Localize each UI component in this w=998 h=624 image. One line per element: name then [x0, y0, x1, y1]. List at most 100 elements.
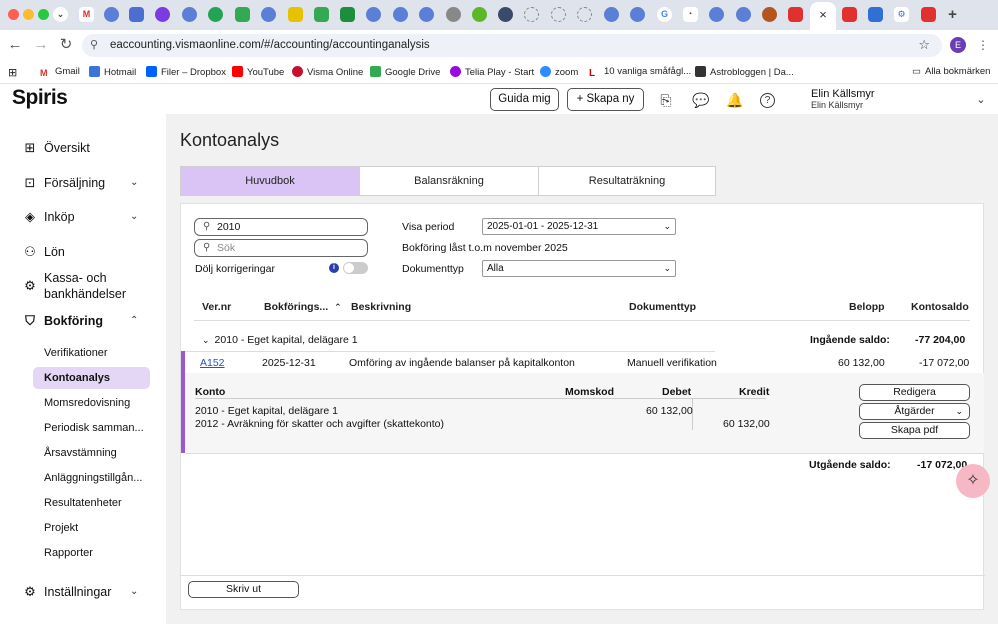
tab-favicon[interactable]: [788, 7, 803, 22]
tab-favicon[interactable]: [921, 7, 936, 22]
new-tab-button[interactable]: +: [945, 7, 960, 22]
bookmark-astro[interactable]: Astrobloggen | Da...: [695, 66, 794, 78]
tab-google-icon[interactable]: G: [657, 7, 672, 22]
tab-favicon[interactable]: [129, 7, 144, 22]
close-window-button[interactable]: [8, 9, 19, 20]
bookmark-google-drive[interactable]: Google Drive: [370, 66, 440, 78]
sidebar-sub-periodisk[interactable]: Periodisk samman...: [44, 422, 144, 434]
tab-favicon[interactable]: [182, 7, 197, 22]
sidebar-sub-verifikationer[interactable]: Verifikationer: [44, 347, 108, 359]
spiris-logo[interactable]: Spiris: [12, 86, 68, 110]
tab-favicon[interactable]: [366, 7, 381, 22]
tab-favicon[interactable]: [709, 7, 724, 22]
tab-favicon[interactable]: [340, 7, 355, 22]
tab-favicon[interactable]: [524, 7, 539, 22]
profile-avatar[interactable]: E: [950, 37, 966, 53]
edit-button[interactable]: Redigera: [859, 384, 970, 401]
sidebar-item-oversikt[interactable]: ⊞ Översikt: [22, 140, 90, 156]
tab-favicon[interactable]: [446, 7, 461, 22]
info-icon[interactable]: i: [329, 263, 339, 273]
sidebar-item-lon[interactable]: ⚇ Lön: [22, 244, 65, 260]
create-new-button[interactable]: + Skapa ny: [567, 88, 644, 111]
chevron-down-icon[interactable]: ⌄: [971, 90, 991, 110]
site-info-icon[interactable]: ⚲: [90, 38, 98, 51]
tab-favicon[interactable]: [261, 7, 276, 22]
close-tab-icon[interactable]: ×: [819, 7, 827, 22]
ai-assistant-sparkle-icon[interactable]: ✧: [956, 464, 990, 498]
tab-favicon[interactable]: [736, 7, 751, 22]
tab-favicon[interactable]: [551, 7, 566, 22]
tab-favicon[interactable]: [577, 7, 592, 22]
tab-favicon[interactable]: [393, 7, 408, 22]
tab-favicon[interactable]: [235, 7, 250, 22]
tab-favicon[interactable]: [419, 7, 434, 22]
tab-settings-icon[interactable]: ⚙: [894, 7, 909, 22]
tab-favicon[interactable]: [472, 7, 487, 22]
chevron-down-icon[interactable]: ⌄: [130, 586, 138, 597]
create-pdf-button[interactable]: Skapa pdf: [859, 422, 970, 439]
tab-balansrakning[interactable]: Balansräkning: [359, 167, 538, 195]
minimize-window-button[interactable]: [23, 9, 34, 20]
tab-favicon[interactable]: [155, 7, 170, 22]
forward-arrow-icon[interactable]: →: [32, 36, 50, 54]
chevron-down-icon[interactable]: ⌄: [130, 211, 138, 222]
all-bookmarks[interactable]: ▭ Alla bokmärken: [912, 66, 990, 77]
tab-huvudbok[interactable]: Huvudbok: [181, 167, 359, 195]
print-button[interactable]: Skriv ut: [188, 581, 299, 598]
tab-favicon[interactable]: [868, 7, 883, 22]
col-vernr[interactable]: Ver.nr: [202, 301, 231, 313]
sidebar-item-inkop[interactable]: ◈ Inköp: [22, 209, 75, 225]
bookmark-birds[interactable]: L 10 vanliga småfågl...: [589, 66, 691, 79]
chevron-up-icon[interactable]: ⌃: [130, 315, 138, 326]
sidebar-sub-momsredovisning[interactable]: Momsredovisning: [44, 397, 130, 409]
tab-favicon[interactable]: [762, 7, 777, 22]
bookmark-hotmail[interactable]: Hotmail: [89, 66, 136, 78]
apps-grid-icon[interactable]: ⊞: [8, 66, 17, 79]
sidebar-item-kassa-bank[interactable]: ⚙ Kassa- och bankhändelser: [22, 270, 132, 302]
bell-icon[interactable]: 🔔: [725, 90, 745, 110]
guide-button[interactable]: Guida mig: [490, 88, 559, 111]
bookmark-zoom[interactable]: zoom: [540, 66, 578, 78]
bookmark-telia[interactable]: Telia Play - Start: [450, 66, 534, 78]
sidebar-sub-projekt[interactable]: Projekt: [44, 522, 78, 534]
sidebar-item-bokforing[interactable]: ⛉ Bokföring: [22, 313, 103, 329]
hide-corrections-toggle[interactable]: [343, 262, 368, 274]
maximize-window-button[interactable]: [38, 9, 49, 20]
search-input[interactable]: ⚲ Sök: [194, 239, 368, 257]
actions-button[interactable]: Åtgärder ⌄: [859, 403, 970, 420]
tab-favicon[interactable]: [104, 7, 119, 22]
bookmark-dropbox[interactable]: Filer – Dropbox: [146, 66, 226, 78]
col-beskrivning[interactable]: Beskrivning: [351, 301, 411, 313]
sidebar-sub-resultatenheter[interactable]: Resultatenheter: [44, 497, 122, 509]
browser-menu-icon[interactable]: ⋮: [974, 36, 992, 54]
back-arrow-icon[interactable]: ←: [6, 36, 24, 54]
tab-favicon[interactable]: [208, 7, 223, 22]
tab-favicon[interactable]: [314, 7, 329, 22]
col-belopp[interactable]: Belopp: [849, 301, 885, 313]
user-name[interactable]: Elin Källsmyr: [811, 88, 875, 100]
bookmark-star-icon[interactable]: ☆: [918, 37, 930, 53]
tab-resultatrakning[interactable]: Resultaträkning: [538, 167, 715, 195]
sidebar-sub-arsavstamning[interactable]: Årsavstämning: [44, 447, 117, 459]
sidebar-sub-anlaggning[interactable]: Anläggningstillgån...: [44, 472, 142, 484]
bookmark-visma[interactable]: Visma Online: [292, 66, 363, 78]
sidebar-sub-rapporter[interactable]: Rapporter: [44, 547, 93, 559]
tab-favicon[interactable]: [630, 7, 645, 22]
col-kontosaldo[interactable]: Kontosaldo: [911, 301, 969, 313]
sidebar-item-forsaljning[interactable]: ⊡ Försäljning: [22, 175, 106, 191]
tab-gmail-icon[interactable]: M: [79, 7, 94, 22]
chat-icon[interactable]: 💬: [691, 90, 711, 110]
tab-favicon[interactable]: [288, 7, 303, 22]
sidebar-item-installningar[interactable]: ⚙ Inställningar: [22, 584, 111, 600]
tab-favicon[interactable]: ▪: [683, 7, 698, 22]
group-header[interactable]: ⌄ 2010 - Eget kapital, delägare 1: [202, 334, 358, 346]
active-tab[interactable]: ×: [810, 2, 836, 30]
bookmark-youtube[interactable]: YouTube: [232, 66, 284, 78]
period-select[interactable]: 2025-01-01 - 2025-12-31 ⌄: [482, 218, 676, 235]
sidebar-sub-kontoanalys[interactable]: Kontoanalys: [44, 372, 110, 384]
reload-icon[interactable]: ↻: [57, 36, 75, 54]
tab-search-icon[interactable]: ⌄: [53, 7, 68, 22]
bookmark-gmail[interactable]: M Gmail: [40, 66, 80, 79]
doctype-select[interactable]: Alla ⌄: [482, 260, 676, 277]
col-dokumenttyp[interactable]: Dokumenttyp: [629, 301, 696, 313]
